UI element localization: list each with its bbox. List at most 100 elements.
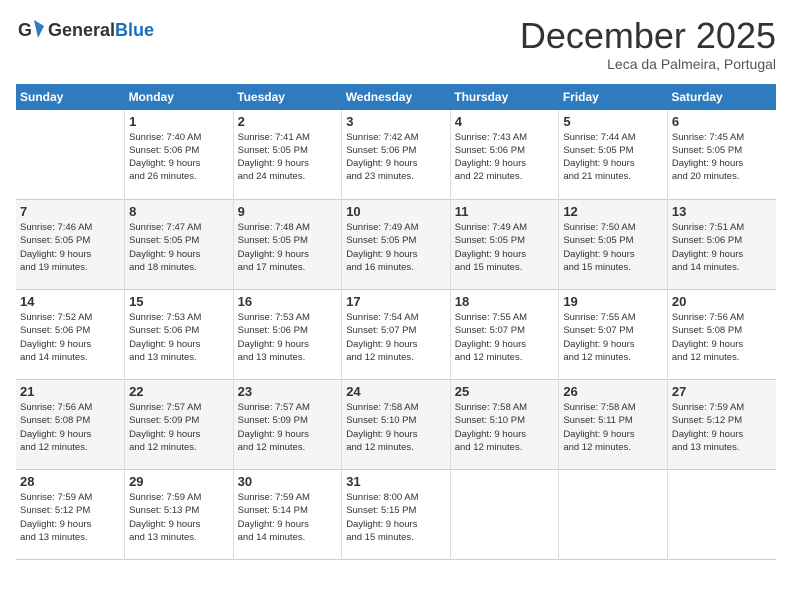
day-number: 9 <box>238 204 338 219</box>
calendar-cell: 5Sunrise: 7:44 AM Sunset: 5:05 PM Daylig… <box>559 110 668 200</box>
svg-text:G: G <box>18 20 32 40</box>
logo-general-text: General <box>48 20 115 40</box>
calendar-cell <box>559 470 668 560</box>
calendar-cell: 7Sunrise: 7:46 AM Sunset: 5:05 PM Daylig… <box>16 200 125 290</box>
month-title: December 2025 <box>520 16 776 56</box>
day-number: 28 <box>20 474 120 489</box>
day-info: Sunrise: 7:56 AM Sunset: 5:08 PM Dayligh… <box>672 311 772 364</box>
day-info: Sunrise: 7:59 AM Sunset: 5:14 PM Dayligh… <box>238 491 338 544</box>
day-number: 1 <box>129 114 229 129</box>
location-title: Leca da Palmeira, Portugal <box>520 56 776 72</box>
day-info: Sunrise: 7:43 AM Sunset: 5:06 PM Dayligh… <box>455 131 555 184</box>
calendar-cell: 22 Sunrise: 7:57 AM Sunset: 5:09 PM Dayli… <box>125 380 234 470</box>
day-info: Sunrise: 7:58 AM Sunset: 5:10 PM Dayligh… <box>455 401 555 454</box>
weekday-header-wednesday: Wednesday <box>342 84 451 110</box>
day-number: 30 <box>238 474 338 489</box>
weekday-header-friday: Friday <box>559 84 668 110</box>
day-info: Sunrise: 7:46 AM Sunset: 5:05 PM Dayligh… <box>20 221 120 274</box>
day-number: 15 <box>129 294 229 309</box>
day-info: Sunrise: 7:54 AM Sunset: 5:07 PM Dayligh… <box>346 311 446 364</box>
day-number: 16 <box>238 294 338 309</box>
day-number: 27 <box>672 384 772 399</box>
day-info: Sunrise: 8:00 AM Sunset: 5:15 PM Dayligh… <box>346 491 446 544</box>
day-number: 31 <box>346 474 446 489</box>
calendar-week-row: 28 Sunrise: 7:59 AM Sunset: 5:12 PM Dayli… <box>16 470 776 560</box>
day-number: 11 <box>455 204 555 219</box>
calendar-cell: 16Sunrise: 7:53 AM Sunset: 5:06 PM Dayli… <box>233 290 342 380</box>
day-info: Sunrise: 7:55 AM Sunset: 5:07 PM Dayligh… <box>455 311 555 364</box>
day-info: Sunrise: 7:55 AM Sunset: 5:07 PM Dayligh… <box>563 311 663 364</box>
day-number: 13 <box>672 204 772 219</box>
calendar-cell: 30 Sunrise: 7:59 AM Sunset: 5:14 PM Dayli… <box>233 470 342 560</box>
logo-blue-text: Blue <box>115 20 154 40</box>
day-number: 4 <box>455 114 555 129</box>
logo: G GeneralBlue <box>16 16 154 44</box>
day-info: Sunrise: 7:53 AM Sunset: 5:06 PM Dayligh… <box>129 311 229 364</box>
weekday-header-row: SundayMondayTuesdayWednesdayThursdayFrid… <box>16 84 776 110</box>
day-info: Sunrise: 7:59 AM Sunset: 5:12 PM Dayligh… <box>20 491 120 544</box>
weekday-header-tuesday: Tuesday <box>233 84 342 110</box>
day-info: Sunrise: 7:50 AM Sunset: 5:05 PM Dayligh… <box>563 221 663 274</box>
weekday-header-monday: Monday <box>125 84 234 110</box>
day-info: Sunrise: 7:56 AM Sunset: 5:08 PM Dayligh… <box>20 401 120 454</box>
day-number: 23 <box>238 384 338 399</box>
calendar-cell: 28 Sunrise: 7:59 AM Sunset: 5:12 PM Dayli… <box>16 470 125 560</box>
day-info: Sunrise: 7:47 AM Sunset: 5:05 PM Dayligh… <box>129 221 229 274</box>
calendar-cell: 1 Sunrise: 7:40 AM Sunset: 5:06 PM Daylig… <box>125 110 234 200</box>
calendar-cell: 19 Sunrise: 7:55 AM Sunset: 5:07 PM Dayli… <box>559 290 668 380</box>
day-info: Sunrise: 7:57 AM Sunset: 5:09 PM Dayligh… <box>238 401 338 454</box>
calendar-cell: 11 Sunrise: 7:49 AM Sunset: 5:05 PM Dayli… <box>450 200 559 290</box>
day-info: Sunrise: 7:49 AM Sunset: 5:05 PM Dayligh… <box>455 221 555 274</box>
day-info: Sunrise: 7:40 AM Sunset: 5:06 PM Dayligh… <box>129 131 229 184</box>
title-area: December 2025 Leca da Palmeira, Portugal <box>520 16 776 72</box>
calendar-cell <box>450 470 559 560</box>
day-info: Sunrise: 7:48 AM Sunset: 5:05 PM Dayligh… <box>238 221 338 274</box>
day-number: 21 <box>20 384 120 399</box>
calendar-cell: 10 Sunrise: 7:49 AM Sunset: 5:05 PM Dayli… <box>342 200 451 290</box>
weekday-header-sunday: Sunday <box>16 84 125 110</box>
day-info: Sunrise: 7:59 AM Sunset: 5:12 PM Dayligh… <box>672 401 772 454</box>
day-number: 2 <box>238 114 338 129</box>
calendar-cell: 18 Sunrise: 7:55 AM Sunset: 5:07 PM Dayli… <box>450 290 559 380</box>
calendar-cell: 25 Sunrise: 7:58 AM Sunset: 5:10 PM Dayli… <box>450 380 559 470</box>
day-info: Sunrise: 7:44 AM Sunset: 5:05 PM Dayligh… <box>563 131 663 184</box>
day-number: 25 <box>455 384 555 399</box>
day-number: 10 <box>346 204 446 219</box>
day-info: Sunrise: 7:41 AM Sunset: 5:05 PM Dayligh… <box>238 131 338 184</box>
calendar-cell: 24Sunrise: 7:58 AM Sunset: 5:10 PM Dayli… <box>342 380 451 470</box>
calendar-week-row: 1 Sunrise: 7:40 AM Sunset: 5:06 PM Daylig… <box>16 110 776 200</box>
calendar-cell: 13 Sunrise: 7:51 AM Sunset: 5:06 PM Dayli… <box>667 200 776 290</box>
calendar-cell <box>16 110 125 200</box>
day-info: Sunrise: 7:51 AM Sunset: 5:06 PM Dayligh… <box>672 221 772 274</box>
calendar-cell: 21 Sunrise: 7:56 AM Sunset: 5:08 PM Dayli… <box>16 380 125 470</box>
day-info: Sunrise: 7:49 AM Sunset: 5:05 PM Dayligh… <box>346 221 446 274</box>
calendar-cell: 12Sunrise: 7:50 AM Sunset: 5:05 PM Dayli… <box>559 200 668 290</box>
header: G GeneralBlue December 2025 Leca da Palm… <box>16 16 776 72</box>
calendar-cell: 3Sunrise: 7:42 AM Sunset: 5:06 PM Daylig… <box>342 110 451 200</box>
day-number: 8 <box>129 204 229 219</box>
day-number: 17 <box>346 294 446 309</box>
day-number: 22 <box>129 384 229 399</box>
calendar-cell: 8 Sunrise: 7:47 AM Sunset: 5:05 PM Daylig… <box>125 200 234 290</box>
day-number: 20 <box>672 294 772 309</box>
day-number: 6 <box>672 114 772 129</box>
day-number: 29 <box>129 474 229 489</box>
calendar-week-row: 7Sunrise: 7:46 AM Sunset: 5:05 PM Daylig… <box>16 200 776 290</box>
day-info: Sunrise: 7:58 AM Sunset: 5:10 PM Dayligh… <box>346 401 446 454</box>
day-info: Sunrise: 7:52 AM Sunset: 5:06 PM Dayligh… <box>20 311 120 364</box>
calendar-cell <box>667 470 776 560</box>
calendar-header: SundayMondayTuesdayWednesdayThursdayFrid… <box>16 84 776 110</box>
day-number: 19 <box>563 294 663 309</box>
calendar-cell: 14 Sunrise: 7:52 AM Sunset: 5:06 PM Dayli… <box>16 290 125 380</box>
day-number: 18 <box>455 294 555 309</box>
calendar-week-row: 21 Sunrise: 7:56 AM Sunset: 5:08 PM Dayli… <box>16 380 776 470</box>
weekday-header-saturday: Saturday <box>667 84 776 110</box>
calendar-cell: 31 Sunrise: 8:00 AM Sunset: 5:15 PM Dayli… <box>342 470 451 560</box>
calendar-cell: 29 Sunrise: 7:59 AM Sunset: 5:13 PM Dayli… <box>125 470 234 560</box>
calendar-cell: 26Sunrise: 7:58 AM Sunset: 5:11 PM Dayli… <box>559 380 668 470</box>
day-number: 14 <box>20 294 120 309</box>
day-info: Sunrise: 7:59 AM Sunset: 5:13 PM Dayligh… <box>129 491 229 544</box>
weekday-header-thursday: Thursday <box>450 84 559 110</box>
day-info: Sunrise: 7:57 AM Sunset: 5:09 PM Dayligh… <box>129 401 229 454</box>
calendar-cell: 2 Sunrise: 7:41 AM Sunset: 5:05 PM Daylig… <box>233 110 342 200</box>
